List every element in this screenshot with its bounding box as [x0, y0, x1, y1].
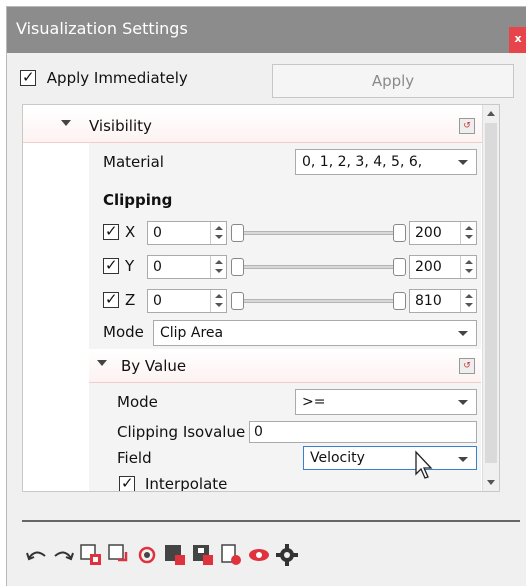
- material-select[interactable]: 0, 1, 2, 3, 4, 5, 6,: [295, 149, 477, 175]
- scroll-up-icon[interactable]: [487, 111, 495, 116]
- apply-immediately-checkbox[interactable]: ✓: [20, 68, 36, 86]
- script-icon[interactable]: [218, 542, 244, 568]
- clip-y-min-handle[interactable]: [231, 258, 244, 276]
- collapse-arrow-icon[interactable]: [61, 120, 71, 126]
- apply-immediately-label: Apply Immediately: [46, 68, 188, 87]
- group-by-value[interactable]: By Value ↺: [89, 349, 481, 383]
- clip-x-min-spinbox[interactable]: 0: [147, 221, 227, 245]
- scrollbar-thumb[interactable]: [485, 123, 497, 463]
- clipping-heading: Clipping: [103, 191, 173, 209]
- clip-y-row: ✓ Y 0 200: [23, 249, 499, 283]
- clip-y-checkbox[interactable]: ✓: [103, 256, 119, 274]
- clip-x-row: ✓ X 0 200: [23, 215, 499, 249]
- field-label: Field: [117, 449, 152, 467]
- clip-z-label: Z: [125, 291, 136, 309]
- toolbar-divider: [22, 520, 520, 522]
- apply-button[interactable]: Apply: [272, 64, 514, 98]
- visibility-icon[interactable]: [246, 542, 272, 568]
- clip-y-min-spinbox[interactable]: 0: [147, 255, 227, 279]
- isovalue-input[interactable]: 0: [249, 421, 477, 443]
- tree-scrollbar[interactable]: [482, 105, 499, 491]
- group-visibility[interactable]: Visibility ↺: [23, 109, 499, 143]
- clip-x-checkbox[interactable]: ✓: [103, 222, 119, 240]
- clip-mode-label: Mode: [103, 323, 144, 341]
- clip-z-max-spinbox[interactable]: 810: [409, 289, 477, 313]
- window-title: Visualization Settings: [16, 19, 188, 38]
- refresh-icon[interactable]: [134, 542, 160, 568]
- clip-x-label: X: [125, 223, 136, 241]
- collapse-arrow-icon[interactable]: [97, 360, 107, 366]
- clip-y-slider[interactable]: [235, 265, 401, 269]
- mouse-cursor-icon: [415, 450, 433, 479]
- by-value-mode-row: Mode >=: [23, 385, 499, 419]
- clip-mode-select[interactable]: Clip Area: [153, 320, 477, 346]
- chevron-down-icon: [458, 160, 468, 165]
- clip-z-checkbox[interactable]: ✓: [103, 290, 119, 308]
- by-value-mode-select[interactable]: >=: [295, 389, 477, 415]
- by-value-label: By Value: [121, 357, 187, 375]
- material-row: Material 0, 1, 2, 3, 4, 5, 6,: [23, 145, 499, 179]
- chevron-down-icon: [458, 331, 468, 336]
- clip-y-max-spinbox[interactable]: 200: [409, 255, 477, 279]
- save-as-icon[interactable]: [190, 542, 216, 568]
- scroll-down-icon[interactable]: [487, 480, 495, 485]
- import-icon[interactable]: [106, 542, 132, 568]
- export-icon[interactable]: [78, 542, 104, 568]
- save-icon[interactable]: [162, 542, 188, 568]
- visibility-label: Visibility: [89, 117, 152, 135]
- reset-icon[interactable]: ↺: [459, 118, 475, 134]
- by-value-mode-label: Mode: [117, 393, 158, 411]
- clip-x-max-handle[interactable]: [393, 224, 406, 242]
- redo-icon[interactable]: [50, 542, 76, 568]
- clip-z-max-handle[interactable]: [393, 292, 406, 310]
- close-button[interactable]: x: [509, 27, 526, 53]
- isovalue-label: Clipping Isovalue: [117, 423, 246, 441]
- title-bar: Visualization Settings x: [7, 7, 526, 53]
- clip-z-min-handle[interactable]: [231, 292, 244, 310]
- apply-immediately-row[interactable]: ✓ Apply Immediately: [20, 68, 188, 87]
- clip-mode-row: Mode Clip Area: [23, 315, 499, 349]
- clip-x-min-handle[interactable]: [231, 224, 244, 242]
- settings-tree: Visibility ↺ Material 0, 1, 2, 3, 4, 5, …: [22, 104, 500, 492]
- clipping-row: Clipping: [23, 183, 499, 217]
- undo-icon[interactable]: [24, 542, 50, 568]
- clip-z-min-spinbox[interactable]: 0: [147, 289, 227, 313]
- chevron-down-icon: [458, 457, 468, 462]
- reset-icon[interactable]: ↺: [459, 358, 475, 374]
- clip-z-row: ✓ Z 0 810: [23, 283, 499, 317]
- clip-y-max-handle[interactable]: [393, 258, 406, 276]
- settings-icon[interactable]: [274, 542, 300, 568]
- interpolate-label: Interpolate: [145, 475, 228, 492]
- clip-x-slider[interactable]: [235, 231, 401, 235]
- clip-x-max-spinbox[interactable]: 200: [409, 221, 477, 245]
- clip-y-label: Y: [125, 257, 135, 275]
- chevron-down-icon: [458, 400, 468, 405]
- interpolate-checkbox[interactable]: ✓: [119, 474, 135, 491]
- clip-z-slider[interactable]: [235, 299, 401, 303]
- material-label: Material: [103, 153, 164, 171]
